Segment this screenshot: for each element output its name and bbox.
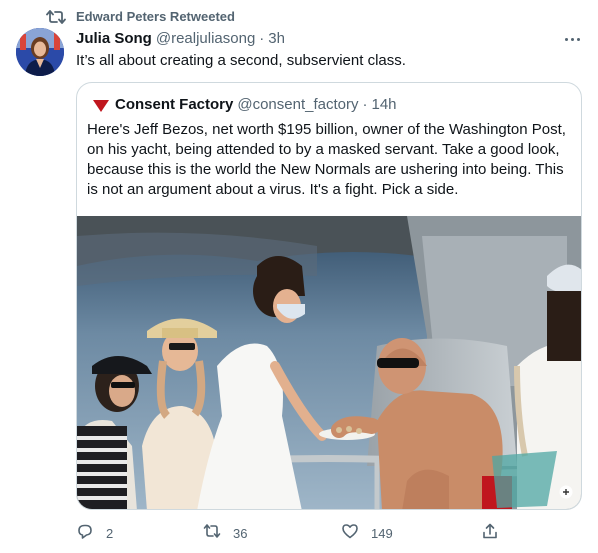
quoted-tweet-card[interactable]: Consent Factory @consent_factory · 14h H… bbox=[76, 82, 582, 510]
quoted-separator-dot: · bbox=[362, 96, 368, 113]
more-options-button[interactable] bbox=[558, 28, 586, 50]
retweet-icon bbox=[46, 9, 66, 25]
more-horizontal-icon bbox=[563, 37, 581, 41]
avatar-image bbox=[16, 28, 64, 76]
heart-icon bbox=[341, 522, 359, 545]
retweet-count: 36 bbox=[233, 525, 248, 541]
share-button[interactable] bbox=[481, 522, 499, 544]
retweet-banner-text: Edward Peters Retweeted bbox=[76, 9, 235, 24]
author-name[interactable]: Julia Song bbox=[76, 29, 152, 49]
yacht-photo bbox=[77, 216, 581, 509]
quoted-author-name[interactable]: Consent Factory bbox=[115, 95, 233, 115]
quoted-tweet-text: Here's Jeff Bezos, net worth $195 billio… bbox=[87, 121, 566, 198]
quoted-tweet-header: Consent Factory @consent_factory · 14h bbox=[91, 95, 397, 115]
reply-count: 2 bbox=[106, 525, 114, 541]
red-triangle-logo bbox=[91, 95, 111, 115]
reply-button[interactable]: 2 bbox=[76, 522, 113, 544]
media-expand-icon[interactable] bbox=[559, 485, 573, 499]
author-handle[interactable]: @realjuliasong bbox=[156, 29, 255, 49]
quoted-tweet-time[interactable]: 14h bbox=[371, 95, 396, 115]
reply-icon bbox=[76, 522, 94, 545]
like-count: 149 bbox=[371, 525, 393, 541]
quoted-tweet-photo[interactable] bbox=[77, 216, 581, 509]
quoted-author-handle[interactable]: @consent_factory bbox=[237, 95, 358, 115]
tweet-time[interactable]: 3h bbox=[268, 29, 285, 49]
retweet-icon bbox=[203, 522, 221, 545]
retweet-button[interactable]: 36 bbox=[203, 522, 247, 544]
avatar[interactable] bbox=[16, 28, 64, 76]
tweet-action-bar: 2 36 149 bbox=[76, 522, 506, 544]
separator-dot: · bbox=[259, 30, 265, 47]
tweet-text: It’s all about creating a second, subser… bbox=[76, 52, 406, 69]
share-icon bbox=[481, 522, 499, 545]
tweet-header: Julia Song @realjuliasong · 3h bbox=[76, 29, 285, 49]
like-button[interactable]: 149 bbox=[341, 522, 393, 544]
